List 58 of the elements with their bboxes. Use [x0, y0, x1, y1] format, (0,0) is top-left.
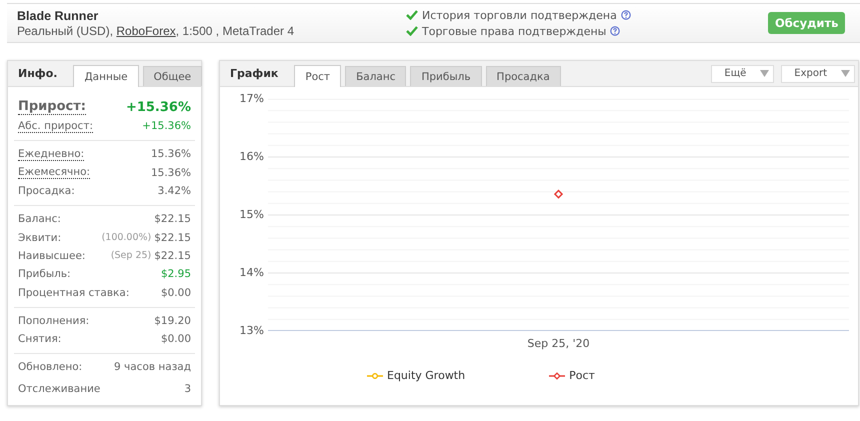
- stat-label: Отслеживание: [18, 382, 100, 395]
- stat-label: Обновлено:: [18, 361, 82, 374]
- stat-value: $2.95: [160, 268, 191, 280]
- dropdown-button[interactable]: Ещё: [711, 64, 774, 82]
- tab[interactable]: Общее: [142, 66, 202, 86]
- stat-label: Наивысшее:: [18, 250, 86, 262]
- stat-label: Эквити:: [18, 232, 62, 244]
- stat-note: (Sep 25): [110, 250, 152, 262]
- y-tick-label: 15%: [240, 208, 264, 221]
- stat-value: $22.15: [154, 232, 191, 244]
- stat-label[interactable]: Абс. прирост:: [18, 120, 93, 133]
- stat-label[interactable]: Ежемесячно:: [18, 166, 90, 180]
- help-icon[interactable]: [620, 10, 631, 20]
- account-title: Blade Runner: [17, 8, 100, 22]
- y-tick-label: 16%: [240, 150, 264, 163]
- stat-note: (100.00%): [102, 232, 152, 244]
- legend-label[interactable]: Рост: [569, 369, 595, 382]
- stat-value: $22.15: [154, 250, 191, 262]
- stat-value: 15.36%: [150, 148, 191, 160]
- stat-value: 9 часов назад: [114, 361, 191, 374]
- caret-icon: [841, 70, 850, 77]
- dropdown-button[interactable]: Export: [781, 64, 855, 82]
- caret-icon: [760, 70, 770, 77]
- stat-value: $0.00: [160, 333, 191, 346]
- tab[interactable]: Рост: [294, 65, 342, 87]
- verification-label: Торговые права подтверждены: [422, 24, 606, 38]
- y-tick-label: 14%: [240, 266, 264, 279]
- stat-label: Снятия:: [18, 333, 62, 346]
- tab[interactable]: Данные: [73, 65, 139, 87]
- stat-value: +15.36%: [126, 100, 191, 114]
- stat-value: $0.00: [160, 286, 191, 299]
- stat-value: $19.20: [154, 314, 191, 327]
- verification-label: История торговли подтверждена: [422, 8, 617, 22]
- stat-value: $22.15: [154, 213, 191, 226]
- stat-label: Просадка:: [18, 185, 75, 198]
- stat-value: 3: [184, 382, 191, 395]
- tab[interactable]: Баланс: [345, 66, 406, 86]
- stat-value: 3.42%: [158, 185, 191, 198]
- legend-label[interactable]: Equity Growth: [387, 369, 466, 382]
- panel-title: Инфо.: [18, 67, 58, 80]
- y-tick-label: 13%: [240, 324, 264, 337]
- x-tick-label: Sep 25, '20: [527, 337, 590, 350]
- stat-label[interactable]: Ежедневно:: [18, 148, 84, 161]
- stat-label: Пополнения:: [18, 314, 90, 327]
- stat-value: +15.36%: [142, 120, 191, 132]
- tab[interactable]: Прибыль: [410, 66, 482, 86]
- stat-label: Баланс:: [18, 213, 61, 226]
- broker-link[interactable]: RoboForex: [116, 24, 176, 38]
- stat-value: 15.36%: [150, 166, 191, 179]
- data-point[interactable]: [554, 190, 564, 199]
- panel-title: График: [230, 67, 278, 80]
- y-tick-label: 17%: [240, 92, 264, 105]
- help-icon[interactable]: [610, 26, 620, 36]
- stat-label: Процентная ставка:: [18, 286, 130, 299]
- stat-label: Прибыль:: [18, 268, 71, 280]
- account-details: Реальный (USD), RoboForex, 1:500 , MetaTrader 4: [17, 24, 296, 38]
- tab[interactable]: Просадка: [486, 66, 561, 86]
- stat-label[interactable]: Прирост:: [18, 99, 86, 115]
